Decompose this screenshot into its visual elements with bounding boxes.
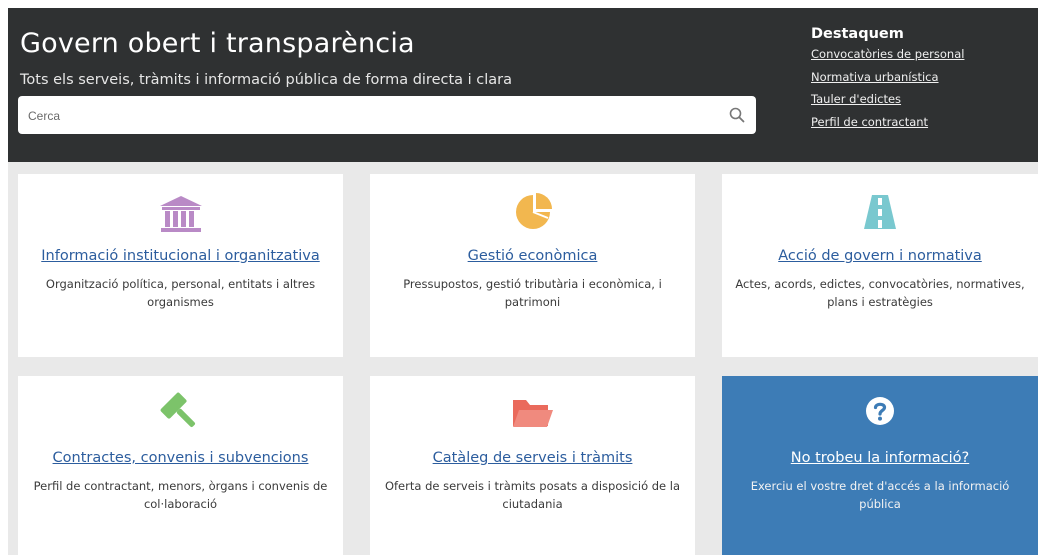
highlight-link-convocatories[interactable]: Convocatòries de personal: [811, 47, 964, 61]
header-banner: Govern obert i transparència Tots els se…: [8, 8, 1038, 162]
card-description: Perfil de contractant, menors, òrgans i …: [33, 479, 328, 511]
card-title[interactable]: No trobeu la informació?: [722, 450, 1038, 466]
card-title[interactable]: Acció de govern i normativa: [722, 248, 1038, 264]
pie-chart-icon: [515, 193, 552, 229]
highlight-link-tauler[interactable]: Tauler d'edictes: [811, 92, 964, 106]
highlights-panel: Destaquem Convocatòries de personal Norm…: [811, 26, 964, 137]
search-input[interactable]: [26, 96, 710, 136]
card-institutional-info[interactable]: Informació institucional i organitzativa…: [18, 174, 343, 357]
card-government-action[interactable]: Acció de govern i normativa Actes, acord…: [722, 174, 1038, 357]
page-title: Govern obert i transparència: [20, 28, 415, 59]
highlights-heading: Destaquem: [811, 26, 904, 42]
gavel-icon: [160, 392, 195, 428]
search-icon[interactable]: [728, 106, 746, 124]
card-title[interactable]: Catàleg de serveis i tràmits: [370, 450, 695, 466]
institution-icon: [159, 196, 202, 232]
card-title[interactable]: Informació institucional i organitzativa: [18, 248, 343, 264]
card-title[interactable]: Gestió econòmica: [370, 248, 695, 264]
card-services-catalog[interactable]: Catàleg de serveis i tràmits Oferta de s…: [370, 376, 695, 555]
page-subtitle: Tots els serveis, tràmits i informació p…: [20, 72, 513, 88]
card-economic-management[interactable]: Gestió econòmica Pressupostos, gestió tr…: [370, 174, 695, 357]
search-bar: [18, 96, 756, 136]
highlight-link-perfil[interactable]: Perfil de contractant: [811, 115, 964, 129]
card-title[interactable]: Contractes, convenis i subvencions: [18, 450, 343, 466]
road-icon: [864, 195, 896, 229]
question-circle-icon: [866, 397, 894, 425]
card-description: Exerciu el vostre dret d'accés a la info…: [750, 479, 1010, 511]
card-description: Pressupostos, gestió tributària i econòm…: [403, 277, 662, 309]
card-description: Oferta de serveis i tràmits posats a dis…: [384, 479, 681, 511]
card-contracts[interactable]: Contractes, convenis i subvencions Perfi…: [18, 376, 343, 555]
card-information-request[interactable]: No trobeu la informació? Exerciu el vost…: [722, 376, 1038, 555]
highlight-link-normativa[interactable]: Normativa urbanística: [811, 70, 964, 84]
card-description: Actes, acords, edictes, convocatòries, n…: [735, 277, 1025, 309]
card-description: Organització política, personal, entitat…: [45, 277, 316, 309]
folder-open-icon: [512, 400, 553, 427]
